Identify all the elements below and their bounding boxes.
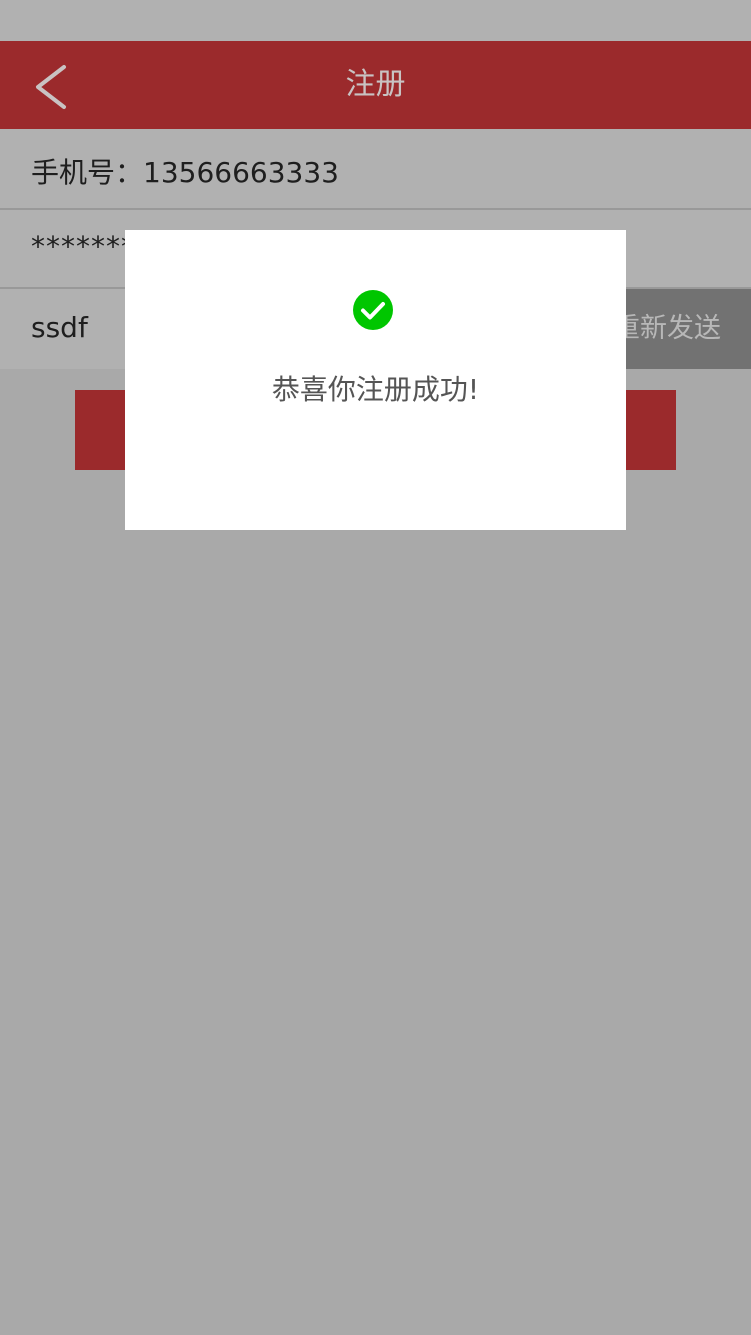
header-bar: 注册 <box>0 41 751 129</box>
phone-row[interactable]: 手机号：13566663333 <box>0 129 751 210</box>
verification-code-field[interactable]: ssdf <box>31 311 88 344</box>
status-bar <box>0 0 751 41</box>
back-button[interactable] <box>22 61 78 111</box>
password-field[interactable]: ******* <box>31 230 136 263</box>
success-message: 恭喜你注册成功! <box>271 373 480 406</box>
page-title: 注册 <box>345 67 406 102</box>
success-dialog: 恭喜你注册成功! <box>125 230 626 530</box>
chevron-left-icon <box>36 65 66 109</box>
check-circle-icon <box>352 289 394 331</box>
phone-field[interactable]: 手机号：13566663333 <box>31 151 339 191</box>
